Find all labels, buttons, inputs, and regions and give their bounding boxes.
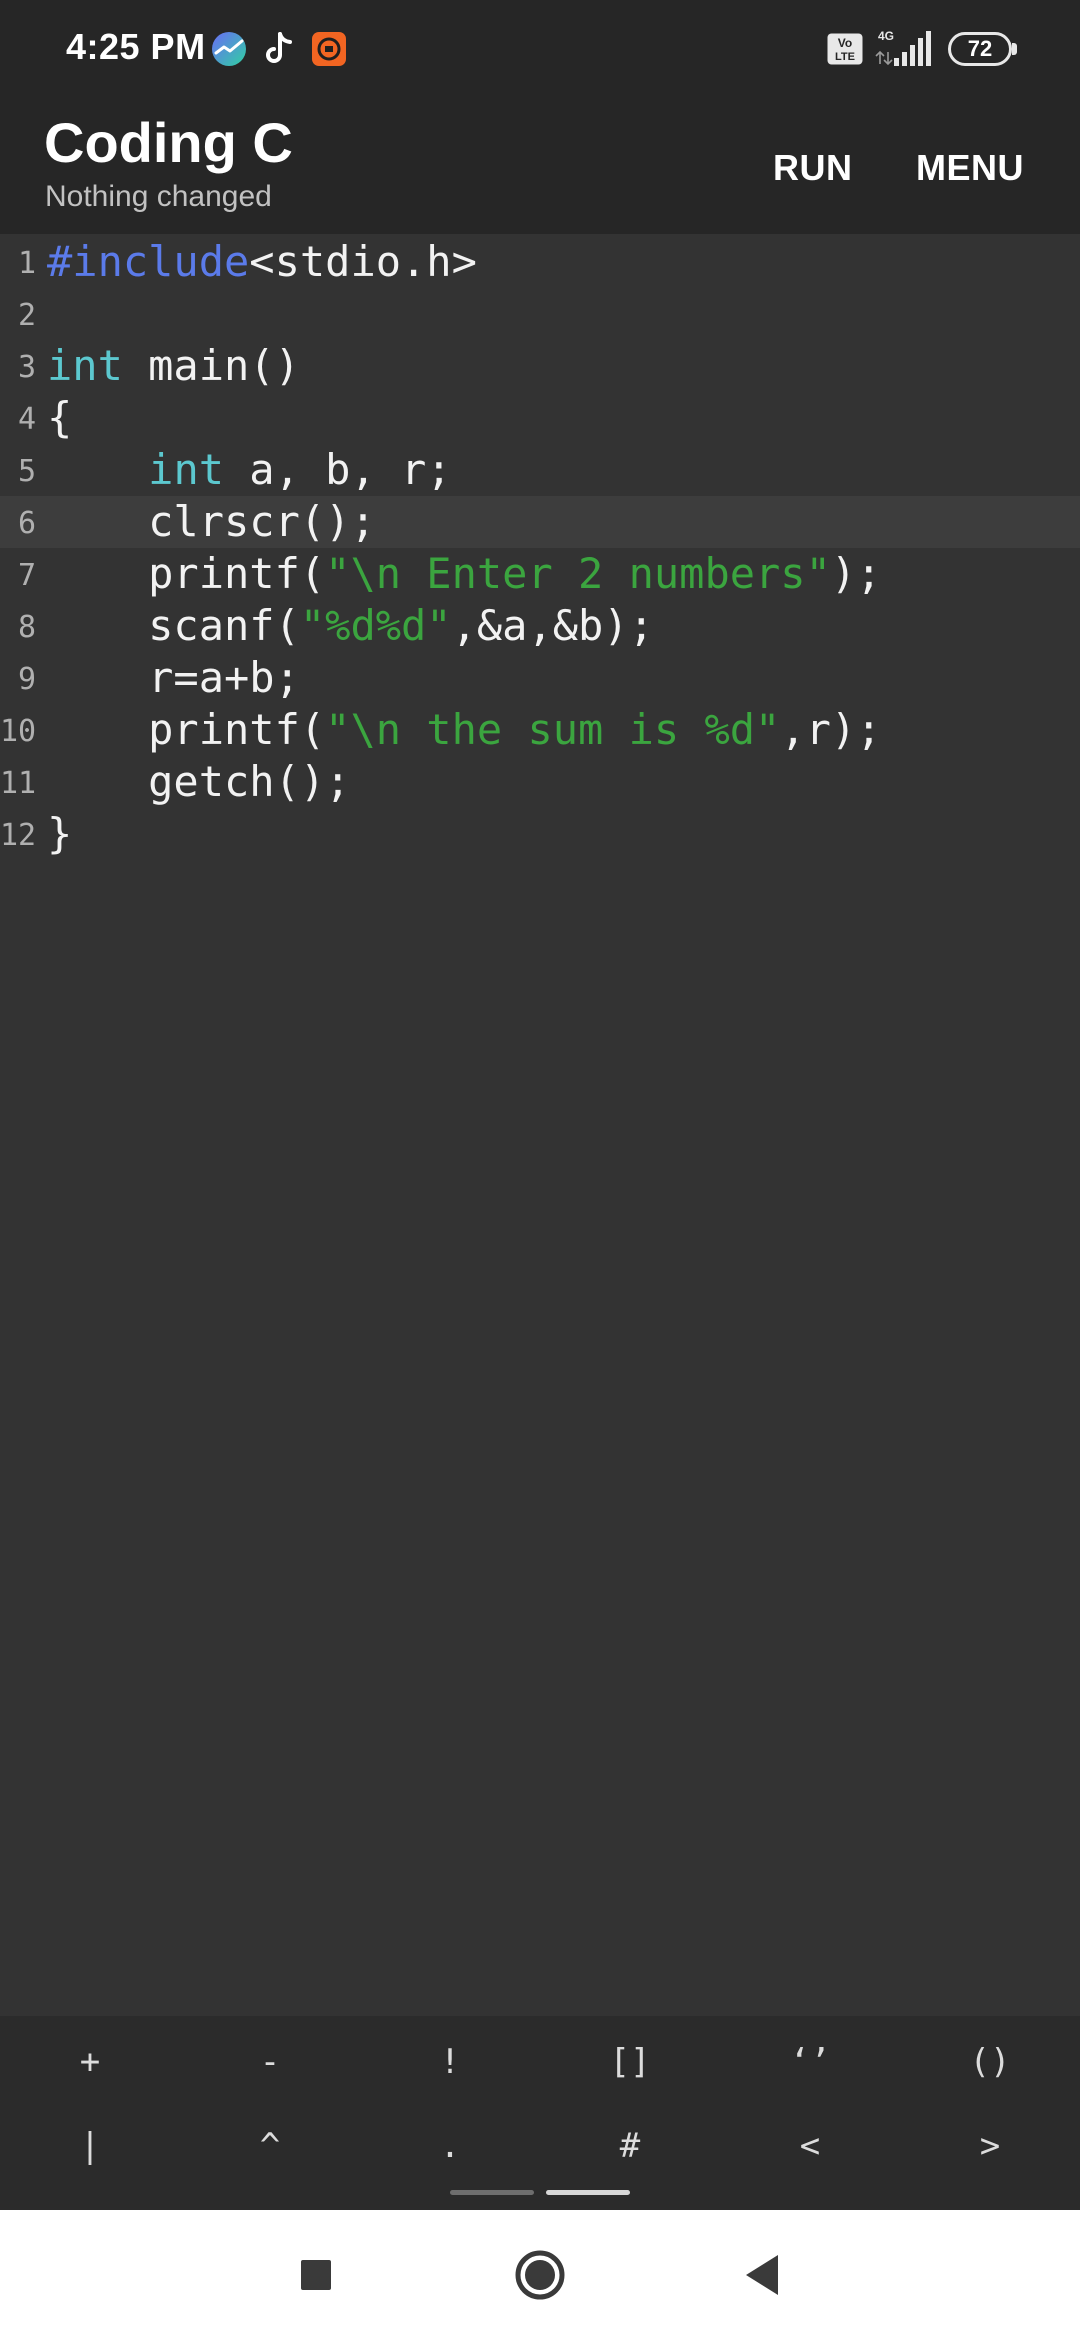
symbol-key-plus[interactable]: + bbox=[0, 2022, 180, 2102]
code-line[interactable]: 2 bbox=[0, 288, 1080, 340]
code-line[interactable]: 11 getch(); bbox=[0, 756, 1080, 808]
code-token: #include bbox=[47, 237, 250, 286]
app-subtitle: Nothing changed bbox=[45, 180, 272, 213]
page-indicator-dot bbox=[450, 2190, 534, 2195]
line-number: 7 bbox=[17, 558, 36, 593]
code-editor[interactable]: 1 #include<stdio.h> 2 3 int main() 4{5 int a,… bbox=[0, 234, 1080, 2016]
code-line[interactable]: 9 r=a+b; bbox=[0, 652, 1080, 704]
status-bar: 4:25 PM Vo LTE 4G 72 bbox=[0, 0, 1080, 98]
line-number: 11 bbox=[0, 766, 37, 801]
code-token: int bbox=[148, 445, 225, 494]
app-bar: Coding C Nothing changed RUN MENU bbox=[0, 98, 1080, 234]
line-number: 10 bbox=[0, 714, 37, 749]
code-token: "\n Enter 2 numbers" bbox=[325, 549, 831, 598]
code-token: ,&a,&b); bbox=[451, 601, 654, 650]
symbol-key-dot[interactable]: . bbox=[360, 2106, 540, 2186]
code-token: a, b, r; bbox=[224, 445, 452, 494]
line-code[interactable]: int main() bbox=[47, 340, 300, 392]
home-icon[interactable] bbox=[508, 2243, 572, 2307]
line-number: 2 bbox=[17, 298, 36, 333]
line-number: 5 bbox=[17, 454, 36, 489]
nav-bar bbox=[0, 2210, 1080, 2340]
battery-level-text: 72 bbox=[967, 36, 993, 61]
svg-text:LTE: LTE bbox=[835, 51, 855, 63]
line-code[interactable]: printf("\n Enter 2 numbers"); bbox=[47, 548, 881, 600]
code-line[interactable]: 5 int a, b, r; bbox=[0, 444, 1080, 496]
status-time: 4:25 PM bbox=[66, 26, 206, 67]
svg-text:4G: 4G bbox=[878, 29, 894, 43]
chart-app-icon bbox=[212, 32, 246, 66]
code-token: { bbox=[47, 393, 73, 442]
battery-indicator: 72 bbox=[948, 32, 1018, 66]
back-icon[interactable] bbox=[732, 2243, 796, 2307]
tiktok-icon bbox=[266, 32, 292, 63]
line-code[interactable]: #include<stdio.h> bbox=[47, 236, 477, 288]
code-token: } bbox=[47, 809, 73, 858]
code-line[interactable]: 12} bbox=[0, 808, 1080, 860]
line-code[interactable]: } bbox=[47, 808, 72, 860]
symbol-key-pipe[interactable]: | bbox=[0, 2106, 180, 2186]
code-token: int bbox=[47, 341, 123, 390]
line-number: 9 bbox=[17, 662, 36, 697]
svg-text:Vo: Vo bbox=[838, 36, 852, 50]
symbol-key-minus[interactable]: - bbox=[180, 2022, 360, 2102]
line-code[interactable]: r=a+b; bbox=[47, 652, 300, 704]
line-number: 4 bbox=[17, 402, 36, 437]
code-token: ); bbox=[830, 549, 882, 598]
volte-icon: Vo LTE bbox=[827, 33, 863, 65]
symbol-key-exclamation[interactable]: ! bbox=[360, 2022, 540, 2102]
code-token: "\n the sum is %d" bbox=[325, 705, 781, 754]
symbol-key-parentheses[interactable]: () bbox=[900, 2022, 1080, 2102]
symbol-key-quotes[interactable]: ‘’ bbox=[720, 2022, 900, 2102]
code-line[interactable]: 3 int main() bbox=[0, 340, 1080, 392]
line-code[interactable]: { bbox=[47, 392, 72, 444]
code-line[interactable]: 6 clrscr(); bbox=[0, 496, 1080, 548]
line-number: 8 bbox=[17, 610, 36, 645]
line-code[interactable]: scanf("%d%d",&a,&b); bbox=[47, 600, 654, 652]
code-line[interactable]: 4{ bbox=[0, 392, 1080, 444]
code-token: r=a+b; bbox=[47, 653, 300, 702]
page-indicator bbox=[450, 2190, 630, 2196]
line-number: 3 bbox=[17, 350, 36, 385]
line-code[interactable]: getch(); bbox=[47, 756, 350, 808]
line-number: 12 bbox=[0, 818, 37, 853]
code-line[interactable]: 1 #include<stdio.h> bbox=[0, 236, 1080, 288]
recorder-app-icon bbox=[312, 32, 346, 66]
app-title: Coding C bbox=[44, 111, 293, 174]
line-code[interactable]: int a, b, r; bbox=[47, 444, 452, 496]
symbol-key-greater-than[interactable]: > bbox=[900, 2106, 1080, 2186]
code-token: main() bbox=[122, 341, 300, 390]
page-indicator-dot-active bbox=[546, 2190, 630, 2195]
code-token: printf( bbox=[47, 549, 326, 598]
symbol-bar: + -![] ‘’() | ^. # < > bbox=[0, 2016, 1080, 2210]
symbol-key-caret[interactable]: ^ bbox=[180, 2106, 360, 2186]
code-line[interactable]: 10 printf("\n the sum is %d",r); bbox=[0, 704, 1080, 756]
symbol-key-brackets[interactable]: [] bbox=[540, 2022, 720, 2102]
code-token: ,r); bbox=[780, 705, 882, 754]
line-code[interactable]: clrscr(); bbox=[47, 496, 376, 548]
menu-button[interactable]: MENU bbox=[916, 138, 1024, 198]
code-token: <stdio.h> bbox=[249, 237, 477, 286]
symbol-key-less-than[interactable]: < bbox=[720, 2106, 900, 2186]
run-button[interactable]: RUN bbox=[773, 138, 853, 198]
line-code[interactable]: printf("\n the sum is %d",r); bbox=[47, 704, 881, 756]
symbol-key-hash[interactable]: # bbox=[540, 2106, 720, 2186]
code-token: getch(); bbox=[47, 757, 351, 806]
code-line[interactable]: 7 printf("\n Enter 2 numbers"); bbox=[0, 548, 1080, 600]
code-token: "%d%d" bbox=[299, 601, 452, 650]
code-line[interactable]: 8 scanf("%d%d",&a,&b); bbox=[0, 600, 1080, 652]
signal-icon: 4G bbox=[875, 29, 931, 66]
app-screen: 4:25 PM Vo LTE 4G 72 Coding C Nothing ch… bbox=[0, 0, 1080, 2340]
code-token: clrscr(); bbox=[47, 497, 376, 546]
line-number: 1 bbox=[17, 246, 36, 281]
code-token: scanf( bbox=[47, 601, 300, 650]
line-number: 6 bbox=[17, 506, 36, 541]
code-token: printf( bbox=[47, 705, 326, 754]
recent-apps-icon[interactable] bbox=[284, 2243, 348, 2307]
